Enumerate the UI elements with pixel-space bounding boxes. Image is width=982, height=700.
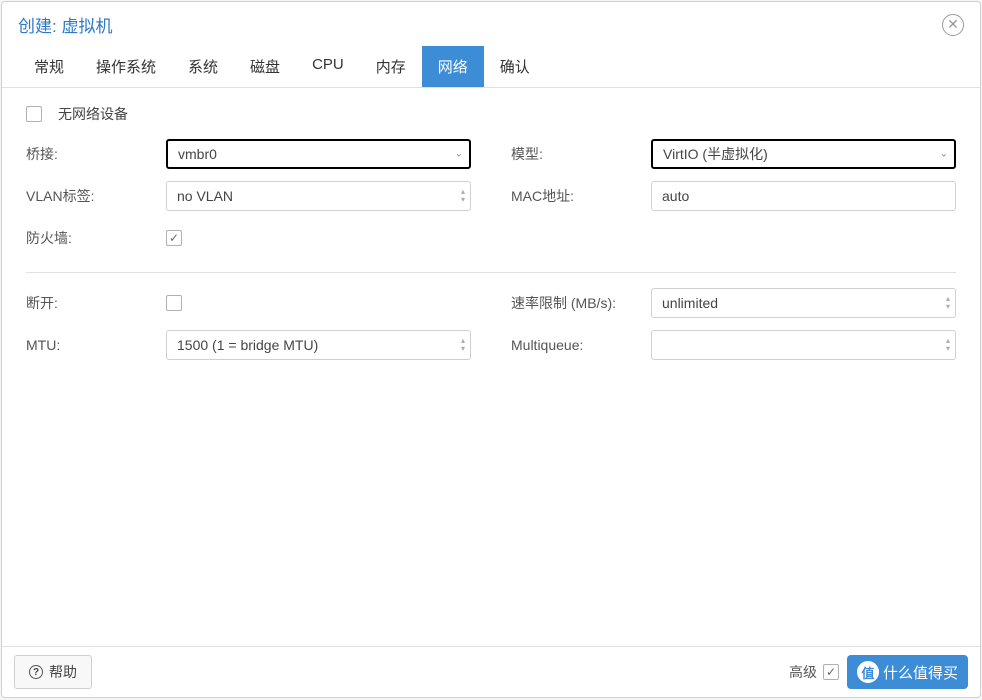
vlan-label: VLAN标签: bbox=[26, 186, 166, 206]
mac-label: MAC地址: bbox=[511, 186, 651, 206]
mtu-input-wrap[interactable]: 1500 (1 = bridge MTU) ▴▾ bbox=[166, 330, 471, 360]
tab-network[interactable]: 网络 bbox=[422, 46, 484, 87]
bridge-input[interactable]: vmbr0 bbox=[166, 139, 471, 169]
firewall-label: 防火墙: bbox=[26, 228, 166, 248]
watermark-badge: 值 bbox=[857, 661, 879, 683]
model-field: 模型: VirtIO (半虚拟化) ⌄ bbox=[511, 138, 956, 170]
advanced-checkbox[interactable] bbox=[823, 664, 839, 680]
bridge-field: 桥接: vmbr0 ⌄ bbox=[26, 138, 471, 170]
multiqueue-input-wrap[interactable]: ▴▾ bbox=[651, 330, 956, 360]
titlebar: 创建: 虚拟机 ✕ bbox=[2, 2, 980, 46]
tab-memory[interactable]: 内存 bbox=[360, 46, 422, 87]
tab-confirm[interactable]: 确认 bbox=[484, 46, 546, 87]
left-column: 桥接: vmbr0 ⌄ VLAN标签: no VLAN ▴▾ 防火墙: bbox=[26, 138, 471, 264]
tab-content: 无网络设备 桥接: vmbr0 ⌄ VLAN标签: no VLAN ▴▾ bbox=[2, 88, 980, 646]
right-column: 模型: VirtIO (半虚拟化) ⌄ MAC地址: auto bbox=[511, 138, 956, 264]
tab-os[interactable]: 操作系统 bbox=[80, 46, 172, 87]
model-input-wrap[interactable]: VirtIO (半虚拟化) ⌄ bbox=[651, 139, 956, 169]
no-network-row: 无网络设备 bbox=[26, 104, 956, 124]
multiqueue-field: Multiqueue: ▴▾ bbox=[511, 329, 956, 361]
mac-field: MAC地址: auto bbox=[511, 180, 956, 212]
create-vm-dialog: 创建: 虚拟机 ✕ 常规 操作系统 系统 磁盘 CPU 内存 网络 确认 无网络… bbox=[1, 1, 981, 698]
watermark-text: 什么值得买 bbox=[883, 662, 958, 683]
no-network-checkbox[interactable] bbox=[26, 106, 42, 122]
mtu-field: MTU: 1500 (1 = bridge MTU) ▴▾ bbox=[26, 329, 471, 361]
section-divider bbox=[26, 272, 956, 273]
right-adv-column: 速率限制 (MB/s): unlimited ▴▾ Multiqueue: ▴▾ bbox=[511, 287, 956, 371]
close-icon: ✕ bbox=[947, 16, 959, 33]
model-label: 模型: bbox=[511, 144, 651, 164]
disconnect-field: 断开: bbox=[26, 287, 471, 319]
vlan-field: VLAN标签: no VLAN ▴▾ bbox=[26, 180, 471, 212]
vlan-input[interactable]: no VLAN bbox=[166, 181, 471, 211]
rate-input-wrap[interactable]: unlimited ▴▾ bbox=[651, 288, 956, 318]
rate-label: 速率限制 (MB/s): bbox=[511, 293, 651, 313]
model-input[interactable]: VirtIO (半虚拟化) bbox=[651, 139, 956, 169]
tab-system[interactable]: 系统 bbox=[172, 46, 234, 87]
mac-input-wrap[interactable]: auto bbox=[651, 181, 956, 211]
disconnect-label: 断开: bbox=[26, 293, 166, 313]
left-adv-column: 断开: MTU: 1500 (1 = bridge MTU) ▴▾ bbox=[26, 287, 471, 371]
rate-input[interactable]: unlimited bbox=[651, 288, 956, 318]
mac-input[interactable]: auto bbox=[651, 181, 956, 211]
bridge-input-wrap[interactable]: vmbr0 ⌄ bbox=[166, 139, 471, 169]
close-button[interactable]: ✕ bbox=[942, 14, 964, 36]
tab-cpu[interactable]: CPU bbox=[296, 46, 360, 87]
wizard-tabs: 常规 操作系统 系统 磁盘 CPU 内存 网络 确认 bbox=[2, 46, 980, 88]
firewall-checkbox[interactable] bbox=[166, 230, 182, 246]
help-icon: ? bbox=[29, 665, 43, 679]
advanced-columns: 断开: MTU: 1500 (1 = bridge MTU) ▴▾ 速率限制 (… bbox=[26, 287, 956, 371]
advanced-label: 高级 bbox=[789, 662, 817, 682]
firewall-field: 防火墙: bbox=[26, 222, 471, 254]
mtu-label: MTU: bbox=[26, 337, 166, 353]
multiqueue-input[interactable] bbox=[651, 330, 956, 360]
disconnect-checkbox[interactable] bbox=[166, 295, 182, 311]
help-button[interactable]: ? 帮助 bbox=[14, 655, 92, 689]
dialog-footer: ? 帮助 高级 值 什么值得买 bbox=[2, 646, 980, 697]
mtu-input[interactable]: 1500 (1 = bridge MTU) bbox=[166, 330, 471, 360]
footer-right: 高级 值 什么值得买 bbox=[789, 655, 968, 689]
tab-general[interactable]: 常规 bbox=[18, 46, 80, 87]
tab-disk[interactable]: 磁盘 bbox=[234, 46, 296, 87]
watermark: 值 什么值得买 bbox=[847, 655, 968, 689]
multiqueue-label: Multiqueue: bbox=[511, 337, 651, 353]
help-label: 帮助 bbox=[49, 662, 77, 682]
no-network-label: 无网络设备 bbox=[58, 104, 128, 124]
vlan-input-wrap[interactable]: no VLAN ▴▾ bbox=[166, 181, 471, 211]
dialog-title: 创建: 虚拟机 bbox=[18, 12, 112, 37]
rate-field: 速率限制 (MB/s): unlimited ▴▾ bbox=[511, 287, 956, 319]
form-columns: 桥接: vmbr0 ⌄ VLAN标签: no VLAN ▴▾ 防火墙: bbox=[26, 138, 956, 264]
advanced-toggle[interactable]: 高级 bbox=[789, 662, 839, 682]
bridge-label: 桥接: bbox=[26, 144, 166, 164]
